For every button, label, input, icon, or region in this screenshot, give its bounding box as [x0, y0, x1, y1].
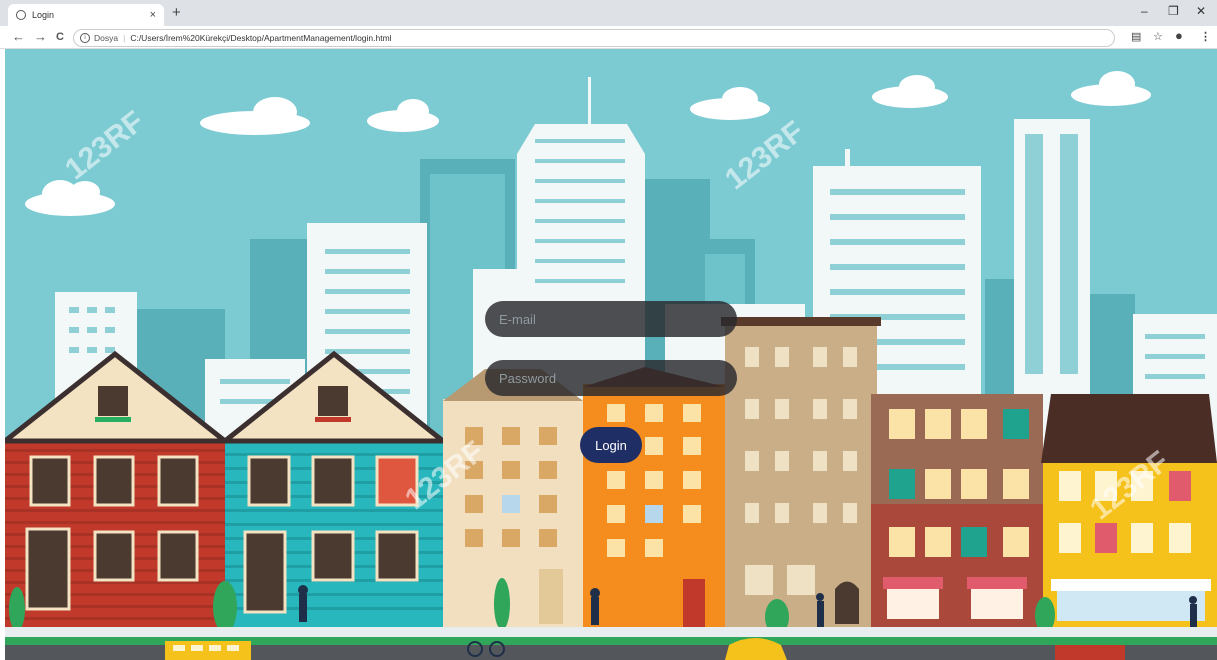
minimize-button[interactable]: –: [1141, 4, 1148, 18]
url-field[interactable]: i Dosya | C:/Users/İrem%20Kürekçi/Deskto…: [73, 29, 1115, 47]
address-bar: ← → C i Dosya | C:/Users/İrem%20Kürekçi/…: [0, 26, 1217, 49]
scheme-label: Dosya: [94, 33, 119, 43]
url-separator: |: [123, 33, 126, 43]
info-icon[interactable]: i: [80, 33, 90, 43]
menu-icon[interactable]: ⋮: [1200, 30, 1211, 43]
star-icon[interactable]: ☆: [1153, 30, 1163, 43]
reload-button[interactable]: C: [56, 29, 64, 45]
city-background: [5, 49, 1217, 660]
tab-close-icon[interactable]: ×: [150, 9, 156, 21]
account-icon[interactable]: ●: [1175, 28, 1183, 43]
browser-tab[interactable]: Login ×: [8, 4, 164, 26]
tab-bar: Login × + – ❐ ✕: [0, 0, 1217, 26]
back-button[interactable]: ←: [12, 29, 25, 45]
tab-title: Login: [32, 10, 55, 20]
close-window-button[interactable]: ✕: [1196, 4, 1206, 18]
url-text: C:/Users/İrem%20Kürekçi/Desktop/Apartmen…: [130, 33, 392, 43]
password-input[interactable]: [485, 360, 737, 396]
restore-button[interactable]: ❐: [1168, 4, 1179, 18]
page-viewport: 123RF 123RF 123RF 123RF Login: [5, 49, 1217, 660]
login-button[interactable]: Login: [580, 427, 642, 463]
translate-icon[interactable]: ▤: [1131, 30, 1141, 43]
forward-button[interactable]: →: [34, 29, 47, 45]
new-tab-button[interactable]: +: [172, 4, 181, 22]
email-input[interactable]: [485, 301, 737, 337]
globe-icon: [16, 10, 26, 20]
